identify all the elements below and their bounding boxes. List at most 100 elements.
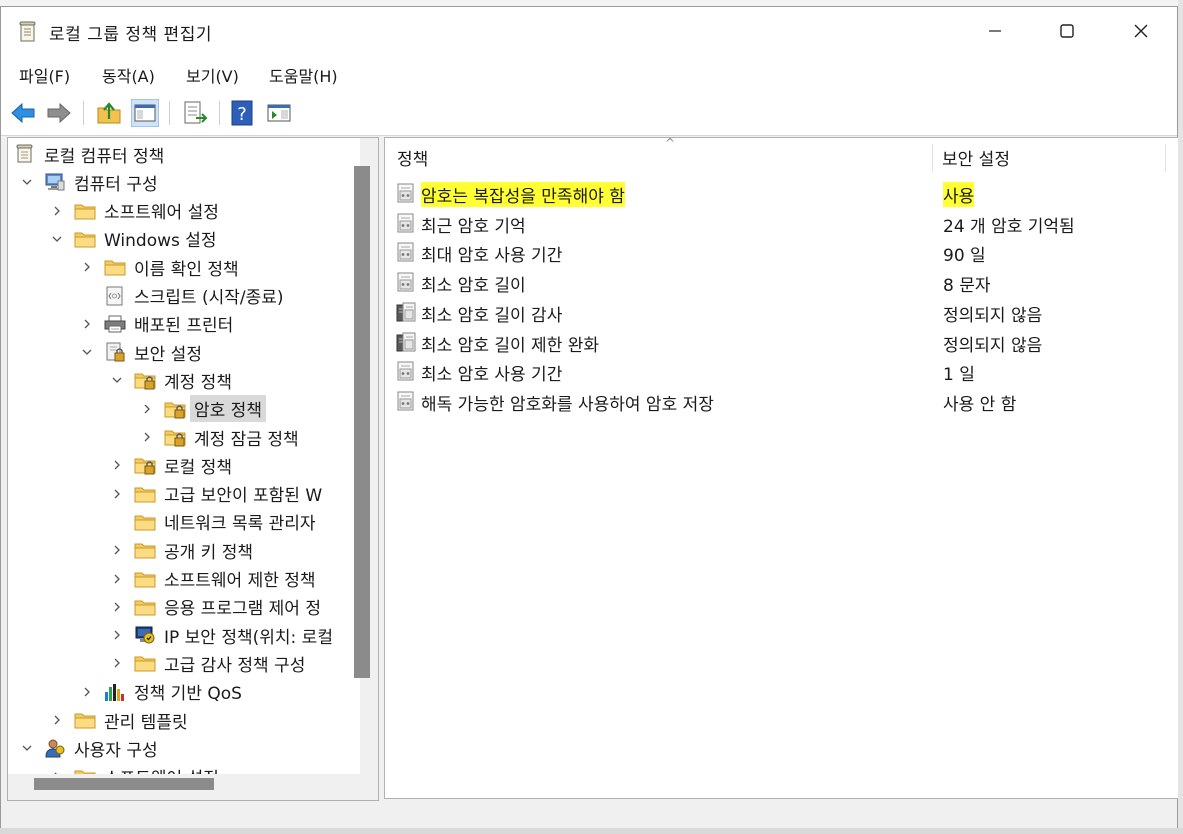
menu-help[interactable]: 도움말(H) — [269, 63, 338, 87]
chevron-down-icon[interactable] — [20, 741, 34, 755]
title-bar[interactable]: 로컬 그룹 정책 편집기 — [1, 7, 1177, 55]
list-item[interactable]: 최소 암호 길이 제한 완화 정의되지 않음 — [393, 327, 1163, 357]
chevron-right-icon[interactable] — [140, 402, 154, 416]
chevron-down-icon[interactable] — [50, 232, 64, 246]
policy-list-pane[interactable]: 정책 ^ 보안 설정 암호는 복잡성을 만족해야 함 사용 최근 암호 기억 24 개… — [384, 137, 1180, 799]
background-edge — [0, 828, 1183, 834]
tree-item[interactable]: 컴퓨터 구성 — [20, 168, 158, 196]
policy-setting-value: 사용 — [943, 182, 975, 207]
chevron-down-icon[interactable] — [20, 175, 34, 189]
tree-item[interactable]: 공개 키 정책 — [110, 536, 253, 564]
tree-item[interactable]: 정책 기반 QoS — [80, 678, 242, 706]
list-item[interactable]: 최소 암호 길이 8 문자 — [393, 267, 1163, 297]
column-divider[interactable] — [932, 144, 933, 172]
tree-item[interactable]: 네트워크 목록 관리자 — [110, 508, 316, 536]
list-item[interactable]: 최소 암호 길이 감사 정의되지 않음 — [393, 297, 1163, 327]
chevron-right-icon[interactable] — [110, 600, 124, 614]
list-item[interactable]: 최소 암호 사용 기간 1 일 — [393, 356, 1163, 386]
window-title: 로컬 그룹 정책 편집기 — [49, 25, 212, 45]
forward-arrow-icon[interactable] — [45, 99, 73, 127]
tree-item[interactable]: 스크립트 (시작/종료) — [80, 282, 284, 310]
tree-item[interactable]: 응용 프로그램 제어 정 — [110, 593, 321, 621]
sort-ascending-icon: ^ — [665, 137, 676, 150]
script-icon — [104, 286, 126, 306]
tree-item[interactable]: 로컬 컴퓨터 정책 — [14, 140, 164, 168]
minimize-button[interactable] — [959, 7, 1031, 55]
chevron-down-icon[interactable] — [110, 373, 124, 387]
policy-scroll-icon — [14, 144, 36, 164]
chevron-right-icon[interactable] — [80, 317, 94, 331]
chevron-right-icon[interactable] — [80, 685, 94, 699]
chevron-right-icon[interactable] — [110, 572, 124, 586]
tree-item[interactable]: 계정 정책 — [110, 366, 232, 394]
column-divider[interactable] — [1165, 144, 1166, 172]
column-header-policy-label: 정책 — [397, 149, 429, 170]
tree-pane[interactable]: 로컬 컴퓨터 정책 컴퓨터 구성 소프트웨어 설정 Windows 설정 이름 확인 정… — [7, 137, 379, 801]
tree-item-label: 암호 정책 — [190, 395, 266, 423]
column-header-security-setting[interactable]: 보안 설정 — [942, 138, 1162, 176]
help-icon[interactable]: ? — [229, 99, 257, 127]
show-hide-tree-icon[interactable] — [131, 99, 159, 127]
list-item[interactable]: 해독 가능한 암호화를 사용하여 암호 저장 사용 안 함 — [393, 386, 1163, 416]
lock-folder-icon — [164, 427, 186, 447]
policy-name: 최소 암호 길이 제한 완화 — [421, 335, 600, 356]
menu-file[interactable]: 파일(F) — [19, 63, 70, 87]
tree-vertical-scroll-thumb[interactable] — [354, 166, 370, 678]
maximize-button[interactable] — [1031, 7, 1103, 55]
printer-icon — [104, 314, 126, 334]
toolbar: ? — [1, 91, 1177, 136]
tree-item[interactable]: 암호 정책 — [140, 395, 266, 423]
chevron-right-icon[interactable] — [140, 430, 154, 444]
list-item[interactable]: 최대 암호 사용 기간 90 일 — [393, 237, 1163, 267]
user-icon — [44, 738, 66, 758]
tree-item[interactable]: 소프트웨어 설정 — [50, 197, 219, 225]
chevron-right-icon[interactable] — [110, 458, 124, 472]
policy-name: 최근 암호 기억 — [421, 216, 526, 237]
tree-horizontal-scroll-thumb[interactable] — [34, 778, 214, 790]
tree-item[interactable]: 계정 잠금 정책 — [140, 423, 299, 451]
tree-item[interactable]: 소프트웨어 제한 정책 — [110, 565, 316, 593]
column-header-policy[interactable]: 정책 ^ — [397, 138, 927, 176]
lock-folder-icon — [134, 370, 156, 390]
chevron-right-icon[interactable] — [110, 656, 124, 670]
tree-item[interactable]: 고급 감사 정책 구성 — [110, 649, 305, 677]
list-item[interactable]: 최근 암호 기억 24 개 암호 기억됨 — [393, 208, 1163, 238]
chevron-right-icon[interactable] — [110, 487, 124, 501]
tree-item[interactable]: 배포된 프린터 — [80, 310, 233, 338]
chevron-right-icon[interactable] — [110, 543, 124, 557]
chevron-right-icon[interactable] — [80, 260, 94, 274]
chevron-right-icon[interactable] — [50, 204, 64, 218]
toolbar-separator — [219, 101, 220, 125]
tree-item[interactable]: IP 보안 정책(위치: 로컬 — [110, 621, 333, 649]
security-icon — [104, 342, 126, 362]
tree-item[interactable]: 고급 보안이 포함된 W — [110, 480, 322, 508]
tree-item-label: 로컬 컴퓨터 정책 — [44, 146, 165, 167]
tree-item[interactable]: 이름 확인 정책 — [80, 253, 239, 281]
chevron-down-icon[interactable] — [80, 345, 94, 359]
chevron-right-icon[interactable] — [50, 713, 64, 727]
policy-name: 최소 암호 사용 기간 — [421, 365, 563, 386]
lock-folder-icon — [164, 399, 186, 419]
tree-item[interactable]: 보안 설정 — [80, 338, 202, 366]
tree-item[interactable]: 로컬 정책 — [110, 451, 232, 479]
action-pane-icon[interactable] — [265, 99, 293, 127]
up-folder-icon[interactable] — [95, 99, 123, 127]
chevron-right-icon[interactable] — [110, 628, 124, 642]
tree-item[interactable]: 관리 템플릿 — [50, 706, 188, 734]
export-list-icon[interactable] — [181, 99, 209, 127]
column-header-security-setting-label: 보안 설정 — [942, 149, 1010, 170]
tree-item-label: 고급 보안이 포함된 W — [164, 486, 323, 507]
close-button[interactable] — [1105, 7, 1177, 55]
tree-item-label: 고급 감사 정책 구성 — [164, 655, 306, 676]
policy-setting-value: 정의되지 않음 — [943, 335, 1043, 356]
policy-setting-value: 사용 안 함 — [943, 394, 1017, 415]
list-item[interactable]: 암호는 복잡성을 만족해야 함 사용 — [393, 178, 1163, 208]
tree-item[interactable]: Windows 설정 — [50, 225, 217, 253]
policy-setting-value: 90 일 — [943, 246, 986, 267]
menu-view[interactable]: 보기(V) — [186, 63, 239, 87]
policy-item-icon — [396, 213, 416, 233]
back-arrow-icon[interactable] — [9, 99, 37, 127]
policy-setting-value: 8 문자 — [943, 276, 991, 297]
menu-action[interactable]: 동작(A) — [102, 63, 155, 87]
tree-item[interactable]: 사용자 구성 — [20, 734, 158, 762]
